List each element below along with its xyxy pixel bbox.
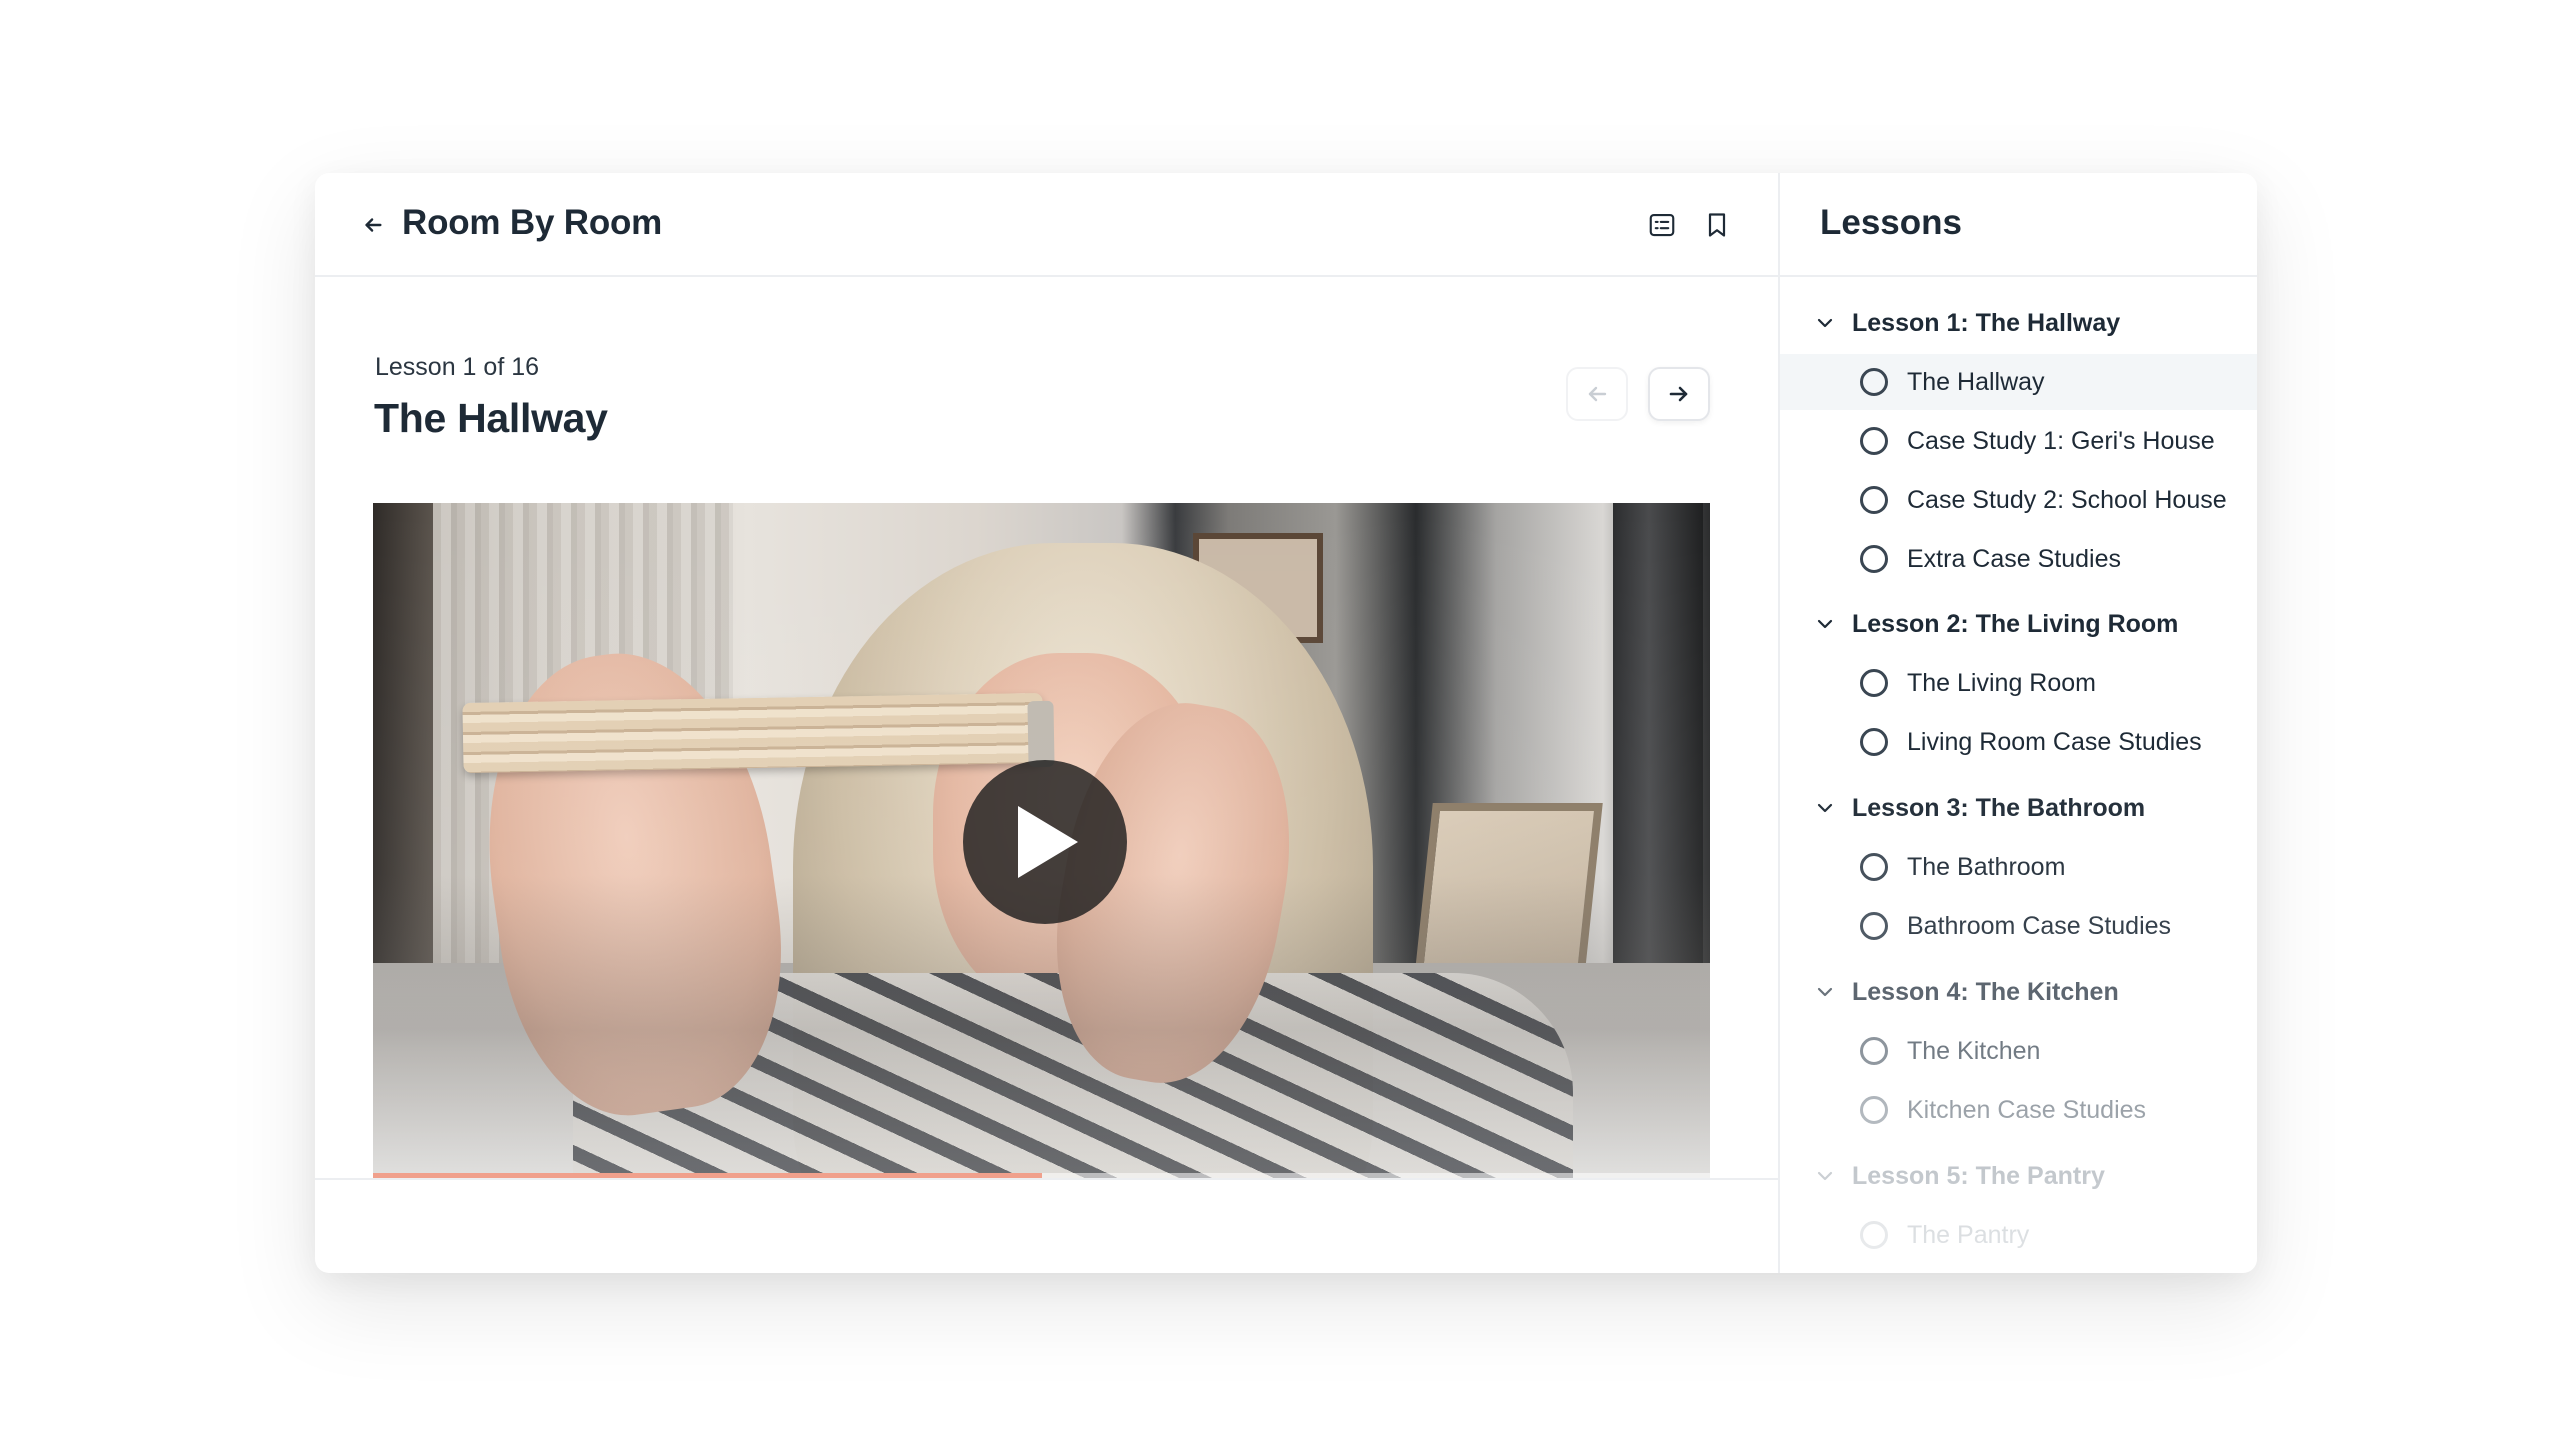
top-bar: Room By Room	[315, 173, 1778, 277]
status-circle-icon	[1860, 912, 1888, 940]
chevron-down-icon	[1817, 318, 1833, 328]
section-lesson-3[interactable]: Lesson 3: The Bathroom	[1780, 779, 2257, 837]
section-lesson-4[interactable]: Lesson 4: The Kitchen	[1780, 963, 2257, 1021]
arrow-left-icon	[1588, 386, 1607, 402]
lesson-item[interactable]: Case Study 1: Geri's House	[1780, 413, 2257, 469]
lesson-item-label: Living Room Case Studies	[1907, 728, 2202, 756]
chevron-down-icon	[1817, 987, 1833, 997]
lesson-item-label: The Living Room	[1907, 669, 2096, 697]
section-lesson-1[interactable]: Lesson 1: The Hallway	[1780, 294, 2257, 352]
status-circle-icon	[1860, 368, 1888, 396]
lesson-item-label: Case Study 1: Geri's House	[1907, 427, 2215, 455]
next-lesson-button[interactable]	[1648, 367, 1710, 421]
lesson-item[interactable]: The Pantry	[1780, 1207, 2257, 1263]
lesson-item[interactable]: The Kitchen	[1780, 1023, 2257, 1079]
play-icon	[1018, 806, 1078, 878]
lesson-item-label: The Pantry	[1907, 1221, 2030, 1249]
lesson-item[interactable]: Case Study 2: School House	[1780, 472, 2257, 528]
status-circle-icon	[1860, 853, 1888, 881]
lesson-item-label: The Hallway	[1907, 368, 2045, 396]
status-circle-icon	[1860, 486, 1888, 514]
section-label: Lesson 4: The Kitchen	[1852, 978, 2119, 1006]
status-circle-icon	[1860, 1037, 1888, 1065]
sidebar-title: Lessons	[1820, 203, 1962, 242]
lesson-item[interactable]: Extra Case Studies	[1780, 531, 2257, 587]
section-label: Lesson 5: The Pantry	[1852, 1162, 2105, 1190]
status-circle-icon	[1860, 1096, 1888, 1124]
lesson-item-label: The Kitchen	[1907, 1037, 2041, 1065]
lesson-item-label: Extra Case Studies	[1907, 545, 2121, 573]
section-label: Lesson 3: The Bathroom	[1852, 794, 2146, 822]
back-button[interactable]	[353, 205, 393, 245]
chevron-down-icon	[1817, 619, 1833, 629]
lesson-item[interactable]: Kitchen Case Studies	[1780, 1082, 2257, 1138]
lessons-sidebar: Lessons Lesson 1: The Hallway The Hallwa…	[1778, 173, 2257, 1273]
main-panel: Room By Room Lesson 1 of 16 The Hallway	[315, 173, 1778, 1273]
status-circle-icon	[1860, 545, 1888, 573]
lesson-item[interactable]: The Living Room	[1780, 655, 2257, 711]
bookmark-icon	[1708, 213, 1726, 237]
lesson-item-label: Kitchen Case Studies	[1907, 1096, 2147, 1124]
notes-button[interactable]	[1642, 205, 1682, 245]
status-circle-icon	[1860, 427, 1888, 455]
divider	[315, 1178, 1778, 1180]
status-circle-icon	[1860, 669, 1888, 697]
course-title: Room By Room	[402, 203, 663, 242]
chevron-down-icon	[1817, 1171, 1833, 1181]
lesson-item[interactable]: Bathroom Case Studies	[1780, 898, 2257, 954]
notes-icon	[1649, 213, 1675, 237]
sidebar-header: Lessons	[1780, 173, 2257, 277]
course-player-window: Room By Room Lesson 1 of 16 The Hallway	[315, 173, 2257, 1273]
previous-lesson-button[interactable]	[1566, 367, 1628, 421]
play-button[interactable]	[963, 760, 1127, 924]
section-label: Lesson 1: The Hallway	[1852, 309, 2121, 337]
status-circle-icon	[1860, 728, 1888, 756]
lesson-item[interactable]: Living Room Case Studies	[1780, 714, 2257, 770]
bookmark-button[interactable]	[1697, 205, 1737, 245]
section-label: Lesson 2: The Living Room	[1852, 610, 2179, 638]
lesson-item-label: Case Study 2: School House	[1907, 486, 2227, 514]
lesson-item-label: The Bathroom	[1907, 853, 2066, 881]
section-lesson-2[interactable]: Lesson 2: The Living Room	[1780, 595, 2257, 653]
lesson-counter: Lesson 1 of 16	[375, 353, 540, 381]
arrow-right-icon	[1669, 386, 1688, 402]
lesson-item[interactable]: The Bathroom	[1780, 839, 2257, 895]
arrow-left-icon	[365, 218, 382, 232]
chevron-down-icon	[1817, 803, 1833, 813]
lesson-title: The Hallway	[374, 395, 608, 441]
status-circle-icon	[1860, 1221, 1888, 1249]
lesson-item-label: Bathroom Case Studies	[1907, 912, 2172, 940]
video-player[interactable]	[373, 503, 1710, 1179]
lesson-item[interactable]: The Hallway	[1780, 354, 2257, 410]
section-lesson-5[interactable]: Lesson 5: The Pantry	[1780, 1147, 2257, 1205]
